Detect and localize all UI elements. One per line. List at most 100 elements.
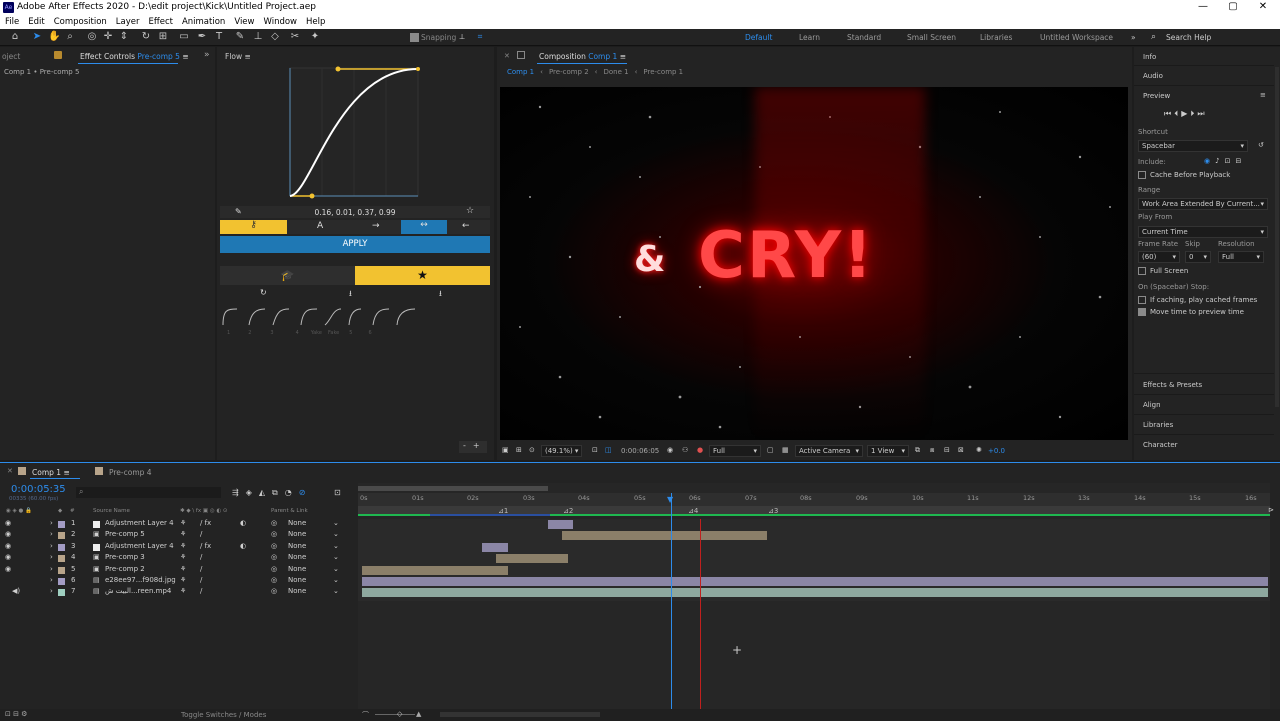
roi-icon[interactable]: ▢ <box>767 446 774 454</box>
quality-switch-icon[interactable]: / fx <box>200 519 211 527</box>
transparency-grid-icon[interactable]: ▦ <box>782 446 789 454</box>
label-color[interactable] <box>58 532 65 540</box>
download-icon[interactable]: ⭳ <box>349 288 352 302</box>
tab-project[interactable]: oject <box>2 52 20 61</box>
snapping-checkbox[interactable] <box>410 33 419 42</box>
selection-tool-icon[interactable]: ➤ <box>31 31 43 43</box>
shortcut-dropdown[interactable]: Spacebar ▾ <box>1138 140 1248 152</box>
workspace-small-screen[interactable]: Small Screen <box>907 33 956 42</box>
twirl-icon[interactable]: › <box>50 565 53 573</box>
learn-mode-icon[interactable]: 🎓 <box>220 266 355 285</box>
pen-tool-icon[interactable]: ✒ <box>196 31 208 43</box>
menu-window[interactable]: Window <box>258 15 301 27</box>
chevron-down-icon[interactable]: ⌄ <box>333 587 339 595</box>
workspace-default[interactable]: Default <box>745 33 772 42</box>
parent-dropdown[interactable]: None <box>288 587 306 595</box>
pickwhip-icon[interactable]: ◎ <box>271 576 277 584</box>
preview-panel-tab[interactable]: Preview <box>1143 92 1170 100</box>
fast-previews-icon[interactable]: ⧈ <box>930 446 934 455</box>
visibility-icon[interactable]: ◉ <box>5 553 11 561</box>
skip-dropdown[interactable]: 0 ▾ <box>1185 251 1211 263</box>
chevron-down-icon[interactable]: ⌄ <box>333 542 339 550</box>
twirl-icon[interactable]: › <box>50 553 53 561</box>
favorites-star-icon[interactable]: ★ <box>355 266 490 285</box>
source-name-header[interactable]: Source Name <box>93 508 130 514</box>
table-row[interactable]: › 6 ▤ e28ee97...f908d.jpg ⚘ / ◎ None ⌄ <box>0 576 357 587</box>
zoom-tool-icon[interactable]: ⌕ <box>64 31 76 43</box>
snap-features-icon[interactable]: ⌗ <box>474 31 486 43</box>
layer-name[interactable]: Pre-comp 5 <box>105 530 145 538</box>
chevron-down-icon[interactable]: ⌄ <box>333 565 339 573</box>
tab-effect-controls[interactable]: Effect Controls Pre-comp 5 ≡ <box>80 52 189 61</box>
shy-switch-icon[interactable]: ⚘ <box>180 530 186 538</box>
full-screen-option[interactable]: Full Screen <box>1138 267 1188 275</box>
parent-dropdown[interactable]: None <box>288 576 306 584</box>
marker-icon[interactable]: ⊿2 <box>563 507 573 515</box>
work-area-end-icon[interactable]: ⊳ <box>1268 506 1274 514</box>
eraser-tool-icon[interactable]: ◇ <box>269 31 281 43</box>
twirl-icon[interactable]: › <box>50 542 53 550</box>
puppet-tool-icon[interactable]: ✦ <box>309 31 321 43</box>
pan-behind-tool-icon[interactable]: ⊞ <box>157 31 169 43</box>
menu-file[interactable]: File <box>0 15 23 27</box>
quality-switch-icon[interactable]: / <box>200 587 202 595</box>
last-frame-icon[interactable]: ⏭ <box>1197 109 1207 118</box>
hand-tool-icon[interactable]: ✋ <box>48 31 60 43</box>
chevron-down-icon[interactable]: ⌄ <box>333 576 339 584</box>
layer-bar[interactable] <box>362 565 508 575</box>
marker-icon[interactable]: ⊿3 <box>768 507 778 515</box>
close-icon[interactable]: ✕ <box>1248 1 1278 12</box>
move-time-option[interactable]: Move time to preview time <box>1138 308 1244 316</box>
keyframe-mode-icon[interactable]: ⚷ <box>220 220 287 234</box>
playhead-line[interactable] <box>671 493 672 721</box>
exposure-icon[interactable]: ✺ <box>976 446 982 454</box>
easing-curve-graph[interactable] <box>285 64 425 199</box>
table-row[interactable]: ◉ › 2 ▣ Pre-comp 5 ⚘ / ◎ None ⌄ <box>0 530 357 541</box>
layer-name[interactable]: Adjustment Layer 4 <box>105 519 174 527</box>
play-from-dropdown[interactable]: Current Time ▾ <box>1138 226 1268 238</box>
mask-visibility-icon[interactable]: ◫ <box>605 446 612 454</box>
audio-panel-tab[interactable]: Audio <box>1143 72 1163 80</box>
pickwhip-icon[interactable]: ◎ <box>271 542 277 550</box>
right-panel-scrollbar[interactable] <box>1275 67 1279 407</box>
reset-icon[interactable]: ↺ <box>1258 141 1264 149</box>
roto-brush-tool-icon[interactable]: ✂ <box>289 31 301 43</box>
menu-edit[interactable]: Edit <box>23 15 48 27</box>
shy-switch-icon[interactable]: ⚘ <box>180 553 186 561</box>
layer-search-input[interactable]: ⌕ <box>76 487 221 498</box>
color-channel-icon[interactable]: ● <box>697 446 703 454</box>
download-2-icon[interactable]: ⭳ <box>439 288 442 302</box>
layer-name[interactable]: Pre-comp 2 <box>105 565 145 573</box>
info-panel-tab[interactable]: Info <box>1143 53 1156 61</box>
vr-icon[interactable]: ⊙ <box>529 446 535 454</box>
timeline-icon[interactable]: ⊟ <box>944 446 950 454</box>
panel-menu-icon[interactable]: ≡ <box>63 468 69 477</box>
type-tool-icon[interactable]: T <box>213 31 225 43</box>
label-color[interactable] <box>58 555 65 563</box>
parent-dropdown[interactable]: None <box>288 565 306 573</box>
marker-icon[interactable]: ⊿1 <box>498 507 508 515</box>
layer-name[interactable]: البيت ش...reen.mp4 <box>105 587 171 595</box>
plus-icon[interactable]: + <box>473 441 480 450</box>
pan-tool-icon[interactable]: ✛ <box>102 31 114 43</box>
shy-switch-icon[interactable]: ⚘ <box>180 542 186 550</box>
nav-pre-comp-2[interactable]: Pre-comp 2 <box>549 68 589 76</box>
motion-blur-icon[interactable]: ◔ <box>285 488 299 497</box>
workspace-learn[interactable]: Learn <box>799 33 820 42</box>
nav-done-1[interactable]: Done 1 <box>603 68 628 76</box>
panel-menu-icon[interactable]: ≡ <box>1260 91 1266 99</box>
close-timeline-icon[interactable]: ✕ <box>7 467 13 475</box>
rectangle-tool-icon[interactable]: ▭ <box>178 31 190 43</box>
close-panel-icon[interactable]: ✕ <box>504 52 510 60</box>
play-icon[interactable]: ▶ <box>1181 109 1190 118</box>
graph-editor-icon[interactable]: ⊘ <box>299 488 313 497</box>
minus-icon[interactable]: - <box>463 441 466 450</box>
table-row[interactable]: ◉ › 1 Adjustment Layer 4 ⚘ / fx ◐ ◎ None ⌄ <box>0 519 357 530</box>
pickwhip-icon[interactable]: ◎ <box>271 530 277 538</box>
safe-zones-icon[interactable]: ⊡ <box>592 446 598 454</box>
layer-bar[interactable] <box>496 554 568 564</box>
panel-menu-icon[interactable]: ≡ <box>245 52 251 61</box>
refresh-icon[interactable]: ↻ <box>260 288 267 297</box>
zoom-out-icon[interactable]: ⌒ <box>362 710 369 720</box>
visibility-icon[interactable]: ◉ <box>5 519 11 527</box>
